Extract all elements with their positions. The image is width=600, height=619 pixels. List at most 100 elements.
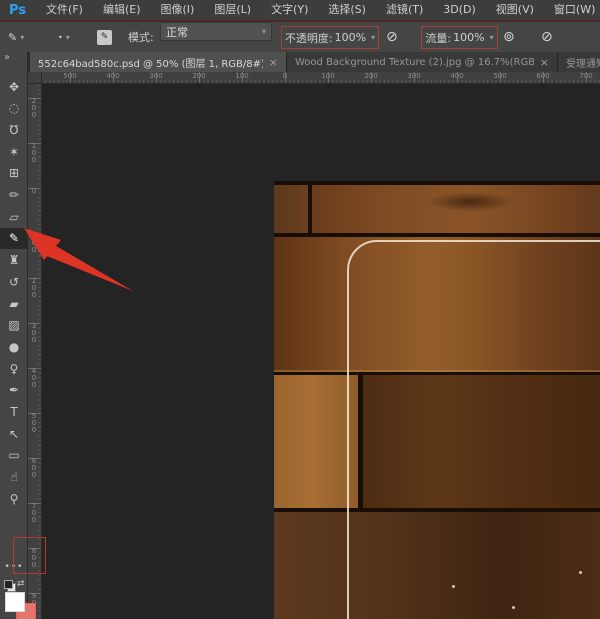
move-tool[interactable]: ✥ [0, 76, 28, 97]
flow-label: 流量: [425, 30, 451, 46]
document-tabs: 552c64bad580c.psd @ 50% (图层 1, RGB/8#) *… [30, 52, 600, 72]
flow-value: 100% [453, 31, 484, 44]
ruler-label: 400 [106, 72, 119, 80]
tools-panel: » ✥◌℧✶⊞✏▱✎♜↺▰▨●♀✒T↖▭☝⚲ ••• ⇄ [0, 52, 28, 619]
quick-selection-tool[interactable]: ✶ [0, 141, 28, 162]
pen-tool[interactable]: ✒ [0, 380, 28, 401]
menu-bar: Ps 文件(F)编辑(E)图像(I)图层(L)文字(Y)选择(S)滤镜(T)3D… [0, 0, 600, 22]
ruler-label: 400 [450, 72, 463, 80]
document-tab[interactable]: 受理通知书.j× [558, 52, 600, 72]
chevron-down-icon: ▾ [371, 33, 375, 42]
collapse-tools-icon[interactable]: » [4, 52, 10, 63]
history-brush-tool[interactable]: ↺ [0, 271, 28, 292]
menu-item[interactable]: 文件(F) [36, 0, 93, 20]
ruler-label: 0 [283, 72, 287, 80]
zoom-tool[interactable]: ⚲ [0, 488, 28, 509]
ruler-label: 100 [321, 72, 334, 80]
crop-tool[interactable]: ⊞ [0, 163, 28, 184]
ruler-label: 800 [30, 547, 38, 568]
ruler-label: 300 [30, 322, 38, 343]
menu-item[interactable]: 编辑(E) [93, 0, 151, 20]
vertical-ruler[interactable]: 2001000100200300400500600700800900 [28, 84, 42, 619]
pressure-size-button[interactable]: ⊘ [541, 22, 553, 52]
lasso-tool[interactable]: ℧ [0, 119, 28, 140]
chevron-down-icon: ▾ [490, 33, 494, 42]
ruler-origin-box[interactable] [28, 72, 42, 84]
clone-stamp-tool[interactable]: ♜ [0, 250, 28, 271]
menu-item[interactable]: 3D(D) [433, 0, 486, 20]
swap-colors-icon[interactable]: ⇄ [17, 579, 25, 589]
ruler-label: 200 [30, 97, 38, 118]
tab-title: 552c64bad580c.psd @ 50% (图层 1, RGB/8#) * [38, 55, 263, 70]
flow-control[interactable]: 流量: 100% ▾ [421, 26, 498, 49]
ruler-label: 500 [30, 412, 38, 433]
tab-title: 受理通知书.j [566, 55, 600, 70]
eraser-tool[interactable]: ▰ [0, 293, 28, 314]
photoshop-window: Ps 文件(F)编辑(E)图像(I)图层(L)文字(Y)选择(S)滤镜(T)3D… [0, 0, 600, 619]
options-bar: ✎▾ •▾ ✎ 模式: 正常 ▾ 不透明度: 100% ▾ ⊘ 流量: 100%… [0, 22, 600, 53]
ruler-label: 100 [30, 232, 38, 253]
eyedropper-tool[interactable]: ✏ [0, 185, 28, 206]
ruler-label: 400 [30, 367, 38, 388]
canvas-area[interactable] [42, 84, 600, 619]
ruler-label: 200 [364, 72, 377, 80]
chevron-down-icon: ▾ [262, 27, 266, 36]
mode-label: 模式: [128, 22, 154, 52]
wood-texture-image [274, 181, 600, 619]
close-icon[interactable]: × [269, 56, 278, 69]
ruler-label: 100 [30, 142, 38, 163]
ruler-label: 600 [30, 457, 38, 478]
brush-tool[interactable]: ✎ [0, 228, 28, 249]
ruler-label: 700 [579, 72, 592, 80]
document-tab[interactable]: 552c64bad580c.psd @ 50% (图层 1, RGB/8#) *… [30, 52, 287, 72]
ruler-label: 500 [493, 72, 506, 80]
shape-tool[interactable]: ▭ [0, 445, 28, 466]
dodge-tool[interactable]: ♀ [0, 358, 28, 379]
menu-item[interactable]: 窗口(W) [544, 0, 600, 20]
photoshop-logo: Ps [0, 3, 36, 18]
ruler-label: 100 [235, 72, 248, 80]
chevron-down-icon: ▾ [20, 33, 24, 42]
marquee-tool[interactable]: ◌ [0, 98, 28, 119]
rounded-rectangle-path [347, 240, 600, 619]
main-menu: 文件(F)编辑(E)图像(I)图层(L)文字(Y)选择(S)滤镜(T)3D(D)… [36, 0, 600, 20]
menu-item[interactable]: 滤镜(T) [376, 0, 433, 20]
edit-toolbar-icon[interactable]: ••• [0, 562, 28, 572]
ruler-label: 700 [30, 502, 38, 523]
blend-mode-value: 正常 [166, 24, 188, 40]
menu-item[interactable]: 图层(L) [204, 0, 261, 20]
tab-title: Wood Background Texture (2).jpg @ 16.7%(… [295, 57, 534, 68]
path-selection-tool[interactable]: ↖ [0, 423, 28, 444]
brush-panel-icon: ✎ [97, 30, 112, 45]
ruler-label: 200 [192, 72, 205, 80]
menu-item[interactable]: 图像(I) [151, 0, 205, 20]
close-icon[interactable]: × [540, 56, 549, 69]
opacity-label: 不透明度: [285, 30, 333, 46]
hand-tool[interactable]: ☝ [0, 467, 28, 488]
opacity-value: 100% [335, 31, 366, 44]
menu-item[interactable]: 文字(Y) [261, 0, 318, 20]
chevron-down-icon: ▾ [66, 33, 70, 42]
ruler-label: 500 [63, 72, 76, 80]
blend-mode-select[interactable]: 正常 ▾ [160, 22, 272, 41]
blur-tool[interactable]: ● [0, 336, 28, 357]
menu-item[interactable]: 视图(V) [486, 0, 544, 20]
ruler-label: 600 [536, 72, 549, 80]
gradient-tool[interactable]: ▨ [0, 315, 28, 336]
toggle-brush-panel-button[interactable]: ✎ [97, 22, 112, 52]
horizontal-ruler[interactable]: 5004003002001000100200300400500600700 [42, 72, 600, 84]
brush-tool-preset-icon[interactable]: ✎▾ [8, 22, 24, 52]
airbrush-button[interactable]: ⊚ [503, 22, 515, 52]
spot-healing-brush-tool[interactable]: ▱ [0, 206, 28, 227]
opacity-control[interactable]: 不透明度: 100% ▾ [281, 26, 379, 49]
pressure-opacity-button[interactable]: ⊘ [386, 22, 398, 52]
document-tab[interactable]: Wood Background Texture (2).jpg @ 16.7%(… [287, 52, 558, 72]
brush-size-picker[interactable]: •▾ [58, 22, 70, 52]
ruler-label: 0 [30, 187, 38, 194]
document-tab-bar: 552c64bad580c.psd @ 50% (图层 1, RGB/8#) *… [0, 52, 600, 72]
menu-item[interactable]: 选择(S) [318, 0, 376, 20]
foreground-color-swatch[interactable] [5, 592, 25, 612]
ruler-label: 200 [30, 277, 38, 298]
type-tool[interactable]: T [0, 402, 28, 423]
default-colors-icon[interactable] [4, 580, 16, 592]
